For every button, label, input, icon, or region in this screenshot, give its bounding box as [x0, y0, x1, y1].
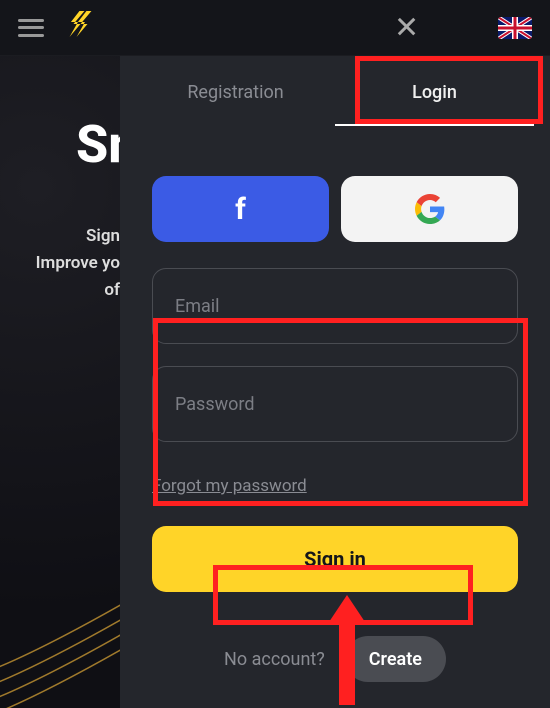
login-form	[136, 256, 534, 476]
decorative-lines	[0, 558, 120, 708]
no-account-label: No account?	[224, 649, 325, 670]
bg-tagline-line: of	[18, 277, 120, 304]
tab-login[interactable]: Login	[335, 56, 534, 128]
facebook-login-button[interactable]: f	[152, 176, 329, 242]
email-field[interactable]	[152, 268, 518, 344]
signin-button[interactable]: Sign in	[152, 526, 518, 592]
language-flag-uk[interactable]	[498, 17, 532, 39]
bg-tagline: Sign Improve yo of	[18, 223, 120, 305]
app-logo[interactable]	[69, 11, 94, 44]
background-content: Sm Sign Improve yo of	[0, 56, 120, 708]
social-login-row: f	[136, 176, 534, 242]
auth-tabs: Registration Login	[136, 56, 534, 128]
close-icon[interactable]: ✕	[394, 10, 419, 45]
google-icon	[415, 194, 445, 224]
auth-panel: Registration Login f Forgot my password …	[120, 56, 550, 708]
google-login-button[interactable]	[341, 176, 518, 242]
facebook-icon: f	[235, 192, 246, 227]
forgot-password-link[interactable]: Forgot my password	[152, 476, 307, 496]
create-account-button[interactable]: Create	[345, 636, 446, 682]
hamburger-menu-icon[interactable]	[18, 19, 44, 37]
password-field[interactable]	[152, 366, 518, 442]
signin-row: Sign in	[136, 526, 534, 592]
tab-registration[interactable]: Registration	[136, 56, 335, 128]
app-header: ✕	[0, 0, 550, 56]
bg-tagline-line: Sign	[18, 223, 120, 250]
create-account-row: No account? Create	[136, 636, 534, 682]
bg-tagline-line: Improve yo	[18, 250, 120, 277]
active-tab-indicator	[335, 124, 534, 126]
bg-title-fragment: Sm	[76, 114, 120, 175]
